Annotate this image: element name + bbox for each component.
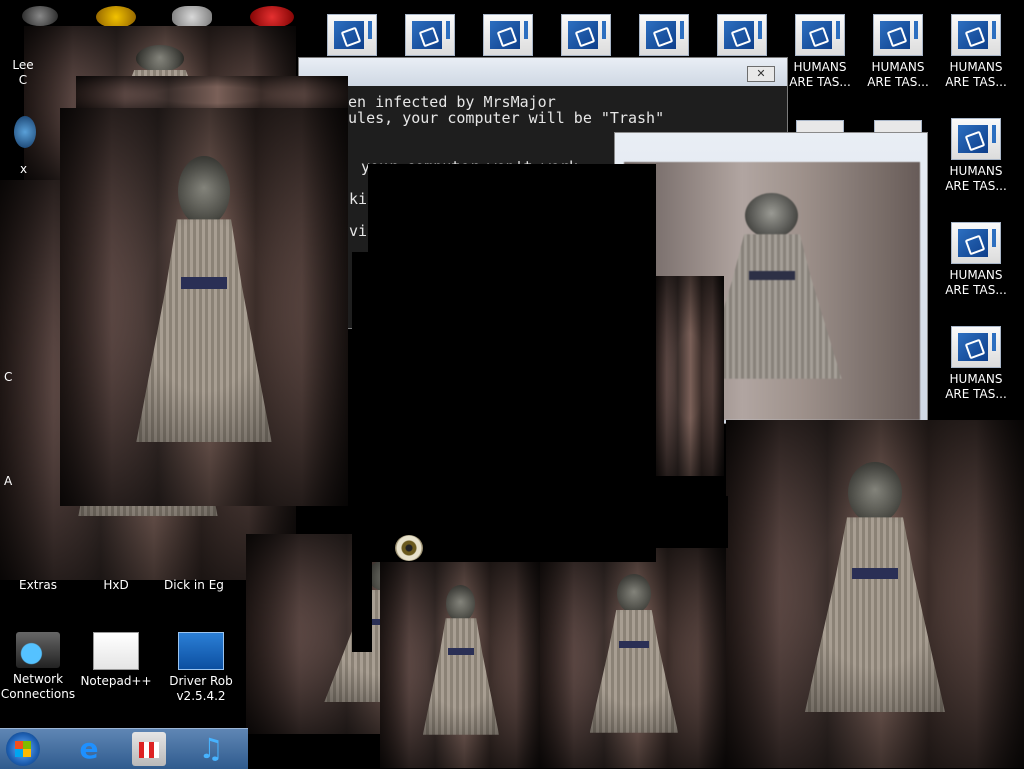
desktop-icon-label: Driver Rob v2.5.4.2 xyxy=(169,674,233,703)
desktop-icon-humans-6[interactable]: HUMANS ARE TAS... xyxy=(938,326,1014,402)
doll-image-panel xyxy=(654,276,724,476)
desktop-top-icon[interactable] xyxy=(548,14,624,60)
desktop-icon-label: Dick in Eg xyxy=(164,578,224,592)
file-icon xyxy=(795,14,845,56)
desktop-icon-humans-1[interactable]: HUMANS ARE TAS... xyxy=(782,14,858,90)
top-app-icon-3[interactable] xyxy=(172,6,212,28)
notepad-icon xyxy=(93,632,139,670)
desktop-icon-dick-in-eg[interactable]: Dick in Eg xyxy=(156,578,246,593)
file-icon xyxy=(561,14,611,56)
file-icon xyxy=(405,14,455,56)
left-partial-label: x xyxy=(20,162,28,176)
console-title-bar[interactable] xyxy=(299,58,787,86)
start-button[interactable] xyxy=(6,732,40,766)
top-app-icon-4[interactable] xyxy=(250,6,294,28)
music-player-icon[interactable]: ♫ xyxy=(194,732,228,766)
console-close-button[interactable]: ✕ xyxy=(747,66,775,82)
file-icon xyxy=(327,14,377,56)
windows-logo-icon xyxy=(15,741,31,757)
desktop-icon-label: HUMANS ARE TAS... xyxy=(945,164,1007,193)
file-icon xyxy=(951,222,1001,264)
desktop-icon-label: Notepad++ xyxy=(80,674,152,688)
doll-image-panel xyxy=(60,108,348,506)
black-overlay-panel xyxy=(680,496,728,548)
console-line-1: een infected by MrsMajor xyxy=(339,93,556,111)
store-icon[interactable] xyxy=(132,732,166,766)
top-app-icon-2[interactable] xyxy=(96,6,136,28)
desktop-icon-label: Extras xyxy=(19,578,57,592)
desktop-icon-driver-robot[interactable]: Driver Rob v2.5.4.2 xyxy=(156,632,246,704)
black-overlay-panel xyxy=(368,164,656,562)
desktop-icon-label: Network Connections xyxy=(0,672,76,701)
desktop-icon-extras[interactable]: Extras xyxy=(0,578,76,593)
taskbar: e ♫ xyxy=(0,728,248,769)
desktop-icon-network-connections[interactable]: Network Connections xyxy=(0,632,76,702)
desktop-icon-humans-3[interactable]: HUMANS ARE TAS... xyxy=(938,14,1014,90)
file-icon xyxy=(483,14,533,56)
left-partial-label: C xyxy=(4,370,13,384)
console-fragment-2: ki xyxy=(349,190,368,208)
left-partial-icon[interactable] xyxy=(14,116,36,148)
left-partial-label: A xyxy=(4,474,13,488)
top-app-icon-1[interactable] xyxy=(22,6,58,26)
desktop-icon-humans-4[interactable]: HUMANS ARE TAS... xyxy=(938,118,1014,194)
internet-explorer-icon[interactable]: e xyxy=(72,732,106,766)
desktop-icon-label: HUMANS ARE TAS... xyxy=(945,268,1007,297)
desktop-icon-label: HUMANS ARE TAS... xyxy=(945,60,1007,89)
desktop-icon-label: HUMANS ARE TAS... xyxy=(789,60,851,89)
desktop-icon-notepad-plus-plus[interactable]: Notepad++ xyxy=(78,632,154,689)
doll-image-panel xyxy=(726,420,1024,768)
desktop-top-icon[interactable] xyxy=(314,14,390,60)
desktop-icon-hxd[interactable]: HxD xyxy=(78,578,154,593)
console-line-2: rules, your computer will be "Trash" xyxy=(339,109,665,127)
network-globe-icon xyxy=(16,632,60,668)
file-icon xyxy=(951,118,1001,160)
desktop-icon-humans-5[interactable]: HUMANS ARE TAS... xyxy=(938,222,1014,298)
desktop-top-icon[interactable] xyxy=(470,14,546,60)
file-icon xyxy=(873,14,923,56)
installer-icon xyxy=(178,632,224,670)
file-icon xyxy=(639,14,689,56)
desktop-icon-humans-2[interactable]: HUMANS ARE TAS... xyxy=(860,14,936,90)
desktop-top-icon[interactable] xyxy=(392,14,468,60)
desktop-top-icon[interactable] xyxy=(626,14,702,60)
file-icon xyxy=(951,326,1001,368)
doll-image-panel xyxy=(380,560,542,768)
desktop-icon-label: HUMANS ARE TAS... xyxy=(945,372,1007,401)
desktop-top-icon[interactable] xyxy=(704,14,780,60)
file-icon xyxy=(951,14,1001,56)
left-partial-label: Lee C xyxy=(12,58,34,87)
desktop-icon-label: HxD xyxy=(103,578,129,592)
console-fragment-3: vi xyxy=(349,222,368,240)
file-icon xyxy=(717,14,767,56)
black-overlay-panel xyxy=(352,252,372,652)
desktop-icon-label: HUMANS ARE TAS... xyxy=(867,60,929,89)
eyeball-icon xyxy=(395,535,423,561)
doll-image-panel xyxy=(540,548,728,768)
